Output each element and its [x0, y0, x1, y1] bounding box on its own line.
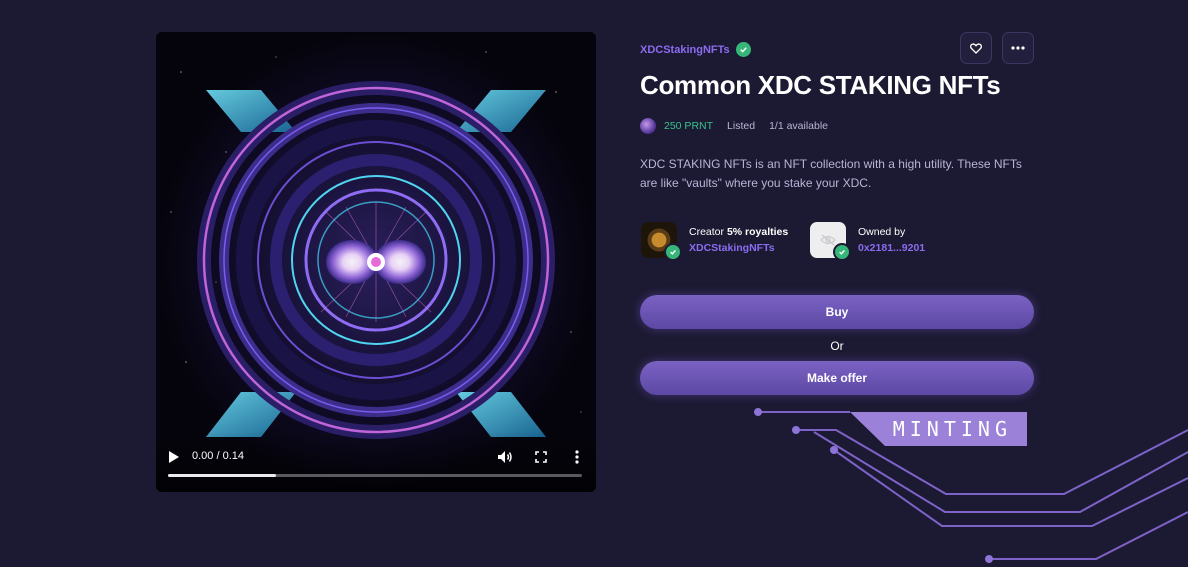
- collection-link[interactable]: XDCStakingNFTs: [640, 42, 751, 57]
- fullscreen-icon: [535, 451, 547, 463]
- play-icon: [169, 451, 179, 463]
- nft-description: XDC STAKING NFTs is an NFT collection wi…: [640, 157, 1022, 190]
- more-vertical-icon: [575, 450, 579, 464]
- play-button[interactable]: [166, 449, 182, 465]
- owner-address-link[interactable]: 0x2181...9201: [858, 242, 925, 254]
- verified-icon: [735, 42, 751, 57]
- hidden-eye-icon: [820, 234, 836, 246]
- creator-label-row: Creator 5% royalties: [689, 226, 788, 238]
- prnt-token-icon: [640, 118, 656, 134]
- heart-icon: [970, 42, 982, 54]
- creator-info: Creator 5% royalties XDCStakingNFTs: [641, 222, 788, 261]
- nft-video-player[interactable]: 0.00 / 0.14: [156, 32, 596, 492]
- more-options-button[interactable]: [1002, 32, 1034, 64]
- favorite-button[interactable]: [960, 32, 992, 64]
- creator-verified-icon: [664, 243, 682, 261]
- fullscreen-button[interactable]: [532, 448, 550, 466]
- listing-meta: 250 PRNT Listed 1/1 available: [640, 117, 828, 135]
- volume-icon: [498, 451, 512, 463]
- creator-royalties: 5% royalties: [726, 226, 789, 238]
- listing-price: 250 PRNT: [664, 120, 714, 132]
- video-controls: 0.00 / 0.14: [156, 432, 596, 492]
- owner-text: Owned by 0x2181...9201: [858, 226, 925, 254]
- video-progress-bar[interactable]: [168, 474, 582, 477]
- listing-status: Listed: [727, 120, 756, 132]
- owner-verified-icon: [833, 243, 851, 261]
- minting-banner-text: MINTING: [892, 417, 1012, 441]
- volume-button[interactable]: [496, 448, 514, 466]
- creator-text: Creator 5% royalties XDCStakingNFTs: [689, 226, 788, 254]
- nft-artwork: [156, 32, 596, 492]
- or-divider-text: Or: [830, 339, 844, 353]
- video-time: 0.00 / 0.14: [192, 450, 244, 462]
- creator-name-link[interactable]: XDCStakingNFTs: [689, 242, 788, 254]
- time-total: 0.14: [222, 450, 245, 462]
- video-progress-fill: [168, 474, 276, 477]
- owner-label: Owned by: [858, 226, 906, 238]
- time-current: 0.00: [192, 450, 214, 462]
- more-horizontal-icon: [1011, 46, 1025, 50]
- time-separator: /: [213, 450, 223, 462]
- owner-avatar-wrap[interactable]: [810, 222, 851, 261]
- video-more-button[interactable]: [568, 448, 586, 466]
- creator-avatar-wrap[interactable]: [641, 222, 682, 261]
- make-offer-button[interactable]: Make offer: [640, 361, 1034, 395]
- creator-label: Creator: [689, 226, 725, 238]
- nft-title: Common XDC STAKING NFTs: [640, 70, 1001, 100]
- listing-availability: 1/1 available: [769, 120, 829, 132]
- collection-name: XDCStakingNFTs: [640, 43, 730, 56]
- owner-info: Owned by 0x2181...9201: [810, 222, 925, 261]
- buy-button[interactable]: Buy: [640, 295, 1034, 329]
